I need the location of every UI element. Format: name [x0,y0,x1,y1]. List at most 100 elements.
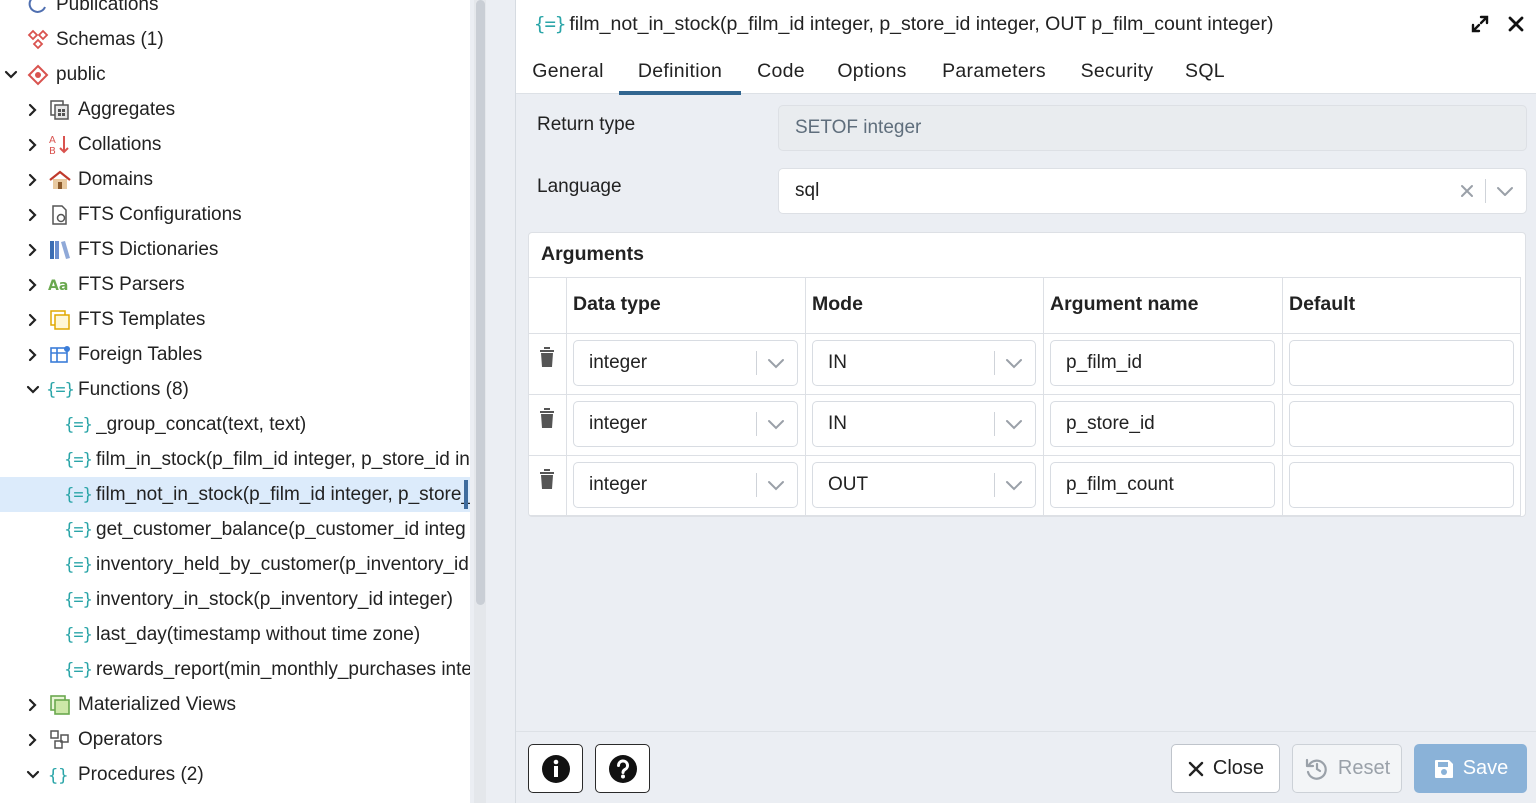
chevron-right-icon[interactable] [24,206,42,224]
tree-item-function[interactable]: {=} inventory_in_stock(p_inventory_id int… [0,582,470,617]
chevron-down-icon[interactable] [2,66,20,84]
tree-item[interactable]: Foreign Tables [0,337,470,372]
tree-item[interactable]: Domains [0,162,470,197]
tree-item[interactable]: {=} Functions (8) [0,372,470,407]
tree-item[interactable]: Publications [0,0,470,22]
argument-name-input[interactable]: p_film_id [1050,340,1275,386]
close-button[interactable]: Close [1171,744,1280,793]
chevron-right-icon[interactable] [24,241,42,259]
data-type-select[interactable]: integer [573,401,798,447]
chevron-right-icon[interactable] [24,136,42,154]
tree-item-function[interactable]: {=} film_in_stock(p_film_id integer, p_st… [0,442,470,477]
default-input[interactable] [1289,340,1514,386]
tab-definition[interactable]: Definition [619,48,741,95]
info-button[interactable] [528,744,583,793]
chevron-right-icon[interactable] [24,696,42,714]
select-separator [756,412,757,436]
trash-icon[interactable] [538,346,556,368]
tab-sql[interactable]: SQL [1184,48,1226,94]
trash-icon[interactable] [538,468,556,490]
reset-button[interactable]: Reset [1292,744,1402,793]
tree-item-label: Schemas (1) [56,28,164,50]
tree-item[interactable]: FTS Dictionaries [0,232,470,267]
chevron-down-icon[interactable] [767,357,785,369]
tree-item-label: inventory_held_by_customer(p_inventory_i… [96,553,469,575]
functions-icon: {=} [46,379,75,400]
default-input[interactable] [1289,462,1514,508]
mode-select[interactable]: IN [812,340,1036,386]
tree-item-function[interactable]: {=} inventory_held_by_customer(p_inventor… [0,547,470,582]
tree-item-label: Foreign Tables [78,343,203,365]
trash-icon[interactable] [538,407,556,429]
argument-name-cell: p_film_count [1043,456,1282,515]
tree-item[interactable]: Materialized Views [0,687,470,722]
tree-item[interactable]: Aa FTS Parsers [0,267,470,302]
default-input[interactable] [1289,401,1514,447]
select-separator [994,351,995,375]
default-cell [1282,456,1521,515]
chevron-down-icon[interactable] [1496,185,1514,197]
language-select[interactable]: sql [778,168,1527,214]
tree-item-label: public [56,63,106,85]
tree-item-function[interactable]: {=} last_day(timestamp without time zone) [0,617,470,652]
tree-item[interactable]: FTS Templates [0,302,470,337]
tree-item-label: Domains [78,168,153,190]
tree-item[interactable]: public [0,57,470,92]
chevron-right-icon[interactable] [24,311,42,329]
tree-item-function[interactable]: {=} _group_concat(text, text) [0,407,470,442]
maximize-icon[interactable] [1468,12,1492,36]
chevron-right-icon[interactable] [24,171,42,189]
chevron-down-icon[interactable] [24,381,42,399]
mode-select[interactable]: IN [812,401,1036,447]
data-type-select[interactable]: integer [573,340,798,386]
tab-code[interactable]: Code [754,48,808,94]
function-properties-dialog: {=} film_not_in_stock(p_film_id integer,… [515,0,1536,803]
save-button-label: Save [1462,757,1509,779]
tree-scrollbar-thumb[interactable] [476,0,485,605]
object-explorer-tree: Publications Schemas (1) public Aggregates A… [0,0,470,803]
select-separator [1485,179,1486,203]
tab-parameters[interactable]: Parameters [937,48,1051,94]
info-icon [541,754,570,783]
function-icon: {=} [64,659,93,680]
argument-name-input[interactable]: p_store_id [1050,401,1275,447]
mode-value: OUT [828,474,869,495]
chevron-right-icon[interactable] [24,276,42,294]
chevron-right-icon[interactable] [24,101,42,119]
tree-item[interactable]: A B Collations [0,127,470,162]
save-button[interactable]: Save [1414,744,1527,793]
chevron-down-icon[interactable] [1005,479,1023,491]
tab-general[interactable]: General [530,48,606,94]
mode-select[interactable]: OUT [812,462,1036,508]
function-icon: {=} [64,414,93,435]
tree-item[interactable]: {} Procedures (2) [0,757,470,792]
tree-item-function[interactable]: {=} rewards_report(min_monthly_purchases … [0,652,470,687]
tree-item-label: film_in_stock(p_film_id integer, p_store… [96,448,470,470]
collation-icon: AB [48,133,72,157]
help-button[interactable] [595,744,650,793]
chevron-down-icon[interactable] [1005,418,1023,430]
tree-item-function[interactable]: {=} get_customer_balance(p_customer_id in… [0,512,470,547]
tree-item-function[interactable]: {=} film_not_in_stock(p_film_id integer, … [0,477,470,512]
data-type-cell: integer [566,334,805,394]
tab-security[interactable]: Security [1077,48,1157,94]
tab-options[interactable]: Options [833,48,911,94]
chevron-down-icon[interactable] [24,766,42,784]
argument-name-cell: p_film_id [1043,334,1282,394]
data-type-select[interactable]: integer [573,462,798,508]
tree-item[interactable]: Aggregates [0,92,470,127]
language-select-controls [1459,169,1526,213]
clear-icon[interactable] [1459,183,1475,199]
tree-item[interactable]: FTS Configurations [0,197,470,232]
chevron-right-icon[interactable] [24,346,42,364]
chevron-down-icon[interactable] [767,418,785,430]
tree-item[interactable]: Schemas (1) [0,22,470,57]
chevron-down-icon[interactable] [1005,357,1023,369]
svg-text:B: B [49,146,56,157]
tree-item[interactable]: Operators [0,722,470,757]
argument-name-input[interactable]: p_film_count [1050,462,1275,508]
chevron-right-icon[interactable] [24,731,42,749]
close-icon[interactable] [1504,12,1528,36]
chevron-down-icon[interactable] [767,479,785,491]
